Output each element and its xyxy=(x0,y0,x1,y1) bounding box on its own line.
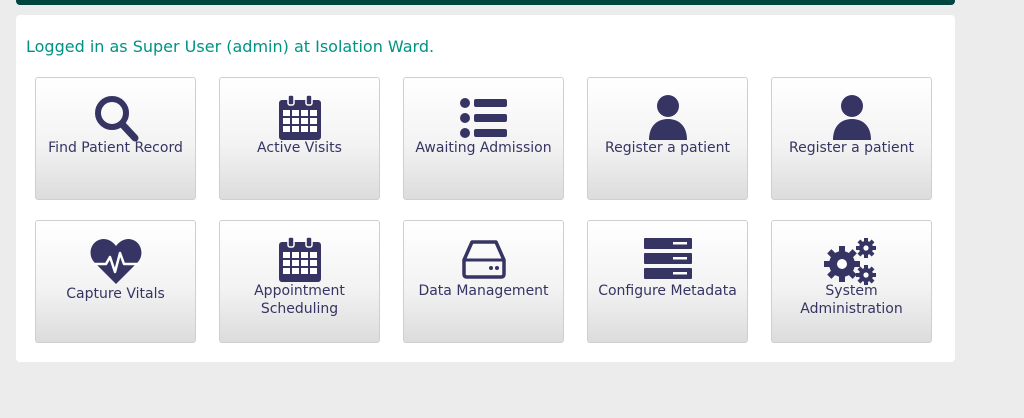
app-label: Register a patient xyxy=(789,140,914,156)
app-label: Find Patient Record xyxy=(48,140,183,156)
user-icon xyxy=(648,95,687,140)
heart-pulse-icon xyxy=(90,239,141,284)
calendar-icon xyxy=(278,94,321,140)
app-appointment-scheduling[interactable]: Appointment Scheduling xyxy=(219,220,380,343)
gears-icon xyxy=(823,238,876,285)
home-panel: Logged in as Super User (admin) at Isola… xyxy=(16,15,955,362)
app-label: Configure Metadata xyxy=(598,283,737,299)
server-icon xyxy=(643,238,692,279)
calendar-icon xyxy=(278,236,321,282)
app-label: Appointment Scheduling xyxy=(254,283,345,317)
login-info-text: Logged in as Super User (admin) at Isola… xyxy=(26,37,435,56)
app-find-patient-record[interactable]: Find Patient Record xyxy=(35,77,196,200)
app-system-administration[interactable]: System Administration xyxy=(771,220,932,343)
list-icon xyxy=(459,98,507,138)
app-data-management[interactable]: Data Management xyxy=(403,220,564,343)
app-configure-metadata[interactable]: Configure Metadata xyxy=(587,220,748,343)
hard-drive-icon xyxy=(461,240,506,279)
app-label: System Administration xyxy=(800,283,903,317)
app-register-patient-2[interactable]: Register a patient xyxy=(771,77,932,200)
app-label: Data Management xyxy=(418,283,549,299)
user-icon xyxy=(832,95,871,140)
app-register-patient[interactable]: Register a patient xyxy=(587,77,748,200)
search-icon xyxy=(94,96,138,142)
app-label: Active Visits xyxy=(257,140,342,156)
app-label: Awaiting Admission xyxy=(415,140,552,156)
app-active-visits[interactable]: Active Visits xyxy=(219,77,380,200)
app-capture-vitals[interactable]: Capture Vitals xyxy=(35,220,196,343)
app-label: Register a patient xyxy=(605,140,730,156)
app-awaiting-admission[interactable]: Awaiting Admission xyxy=(403,77,564,200)
top-header-bar xyxy=(16,0,955,5)
app-label: Capture Vitals xyxy=(66,286,165,302)
